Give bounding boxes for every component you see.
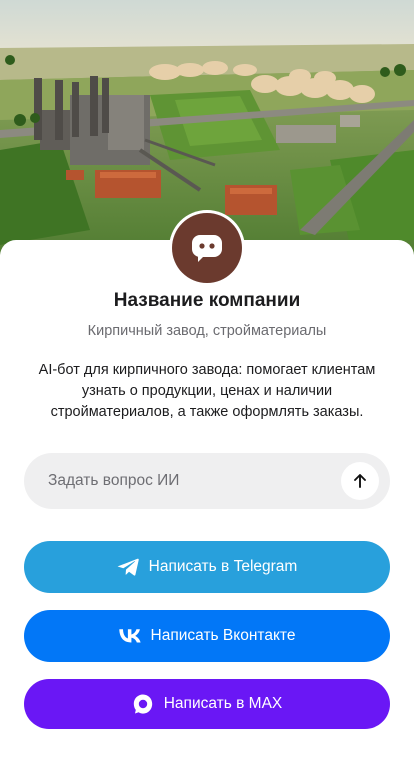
- max-icon: [132, 693, 154, 715]
- avatar-circle: [172, 213, 242, 283]
- ask-ai-field: [24, 453, 390, 509]
- vk-button-label: Написать Вконтакте: [150, 627, 296, 644]
- bot-description: AI-бот для кирпичного завода: помогает к…: [38, 362, 376, 420]
- company-name: Название компании: [113, 290, 301, 311]
- send-button[interactable]: [341, 462, 379, 500]
- telegram-button[interactable]: Написать в Telegram: [24, 541, 390, 593]
- chat-bubble-icon: [192, 235, 222, 262]
- max-button[interactable]: Написать в MAX: [24, 679, 390, 729]
- ask-ai-input[interactable]: [48, 453, 348, 509]
- company-subtitle: Кирпичный завод, стройматериалы: [87, 323, 327, 339]
- telegram-button-label: Написать в Telegram: [148, 558, 298, 575]
- telegram-icon: [117, 558, 139, 576]
- max-button-label: Написать в MAX: [163, 695, 283, 712]
- vk-button[interactable]: Написать Вконтакте: [24, 610, 390, 662]
- vk-icon: [118, 629, 141, 643]
- company-avatar: [169, 210, 245, 286]
- arrow-up-icon: [354, 474, 366, 488]
